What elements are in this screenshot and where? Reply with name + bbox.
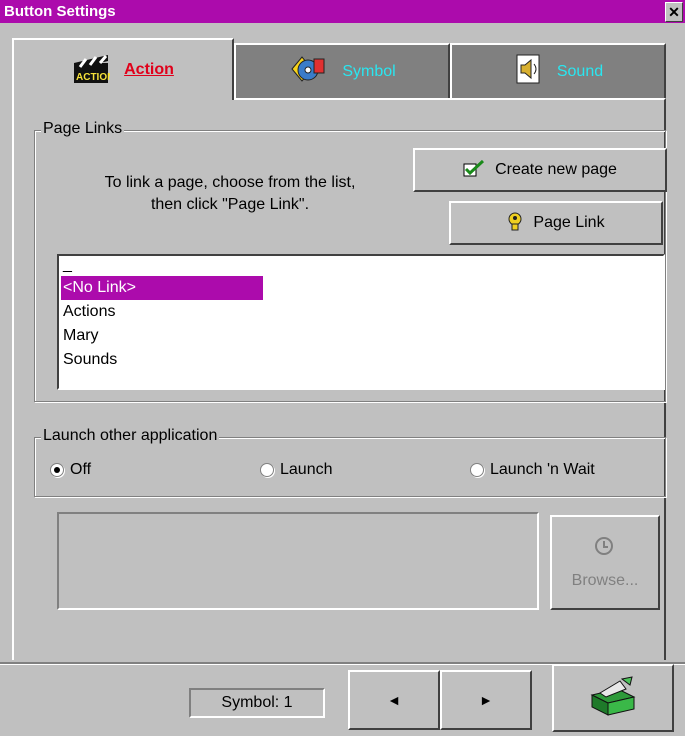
tab-action[interactable]: ACTION Action [12, 38, 234, 100]
tab-sound-label: Sound [556, 62, 604, 80]
close-button[interactable]: ✕ [665, 2, 683, 22]
radio-launch-wait[interactable]: Launch 'n Wait [470, 461, 595, 479]
create-new-page-label: Create new page [495, 161, 617, 178]
browse-label: Browse... [571, 572, 639, 589]
page-link-icon [507, 211, 523, 236]
symbol-counter: Symbol: 1 [189, 688, 325, 718]
instructions-line2: then click "Page Link". [150, 196, 310, 213]
prev-button[interactable]: ◄ [348, 670, 440, 730]
list-item[interactable]: Actions [61, 300, 661, 324]
page-link-label: Page Link [533, 214, 605, 231]
radio-off-indicator[interactable] [50, 463, 64, 477]
tab-symbol[interactable]: Symbol [234, 43, 450, 98]
browse-icon [593, 535, 617, 564]
right-arrow-icon: ► [479, 692, 493, 708]
symbol-counter-label: Symbol: 1 [221, 694, 293, 711]
radio-launch[interactable]: Launch [260, 461, 333, 479]
tab-action-label: Action [124, 61, 174, 78]
radio-off[interactable]: Off [50, 461, 91, 479]
next-button[interactable]: ► [440, 670, 532, 730]
radio-launch-wait-indicator[interactable] [470, 463, 484, 477]
green-box-icon [586, 675, 640, 722]
svg-text:ACTION: ACTION [76, 72, 110, 83]
page-link-button[interactable]: Page Link [449, 201, 663, 245]
tab-symbol-label: Symbol [342, 62, 396, 80]
radio-launch-wait-label: Launch 'n Wait [490, 461, 595, 478]
page-links-title: Page Links [41, 120, 125, 138]
left-arrow-icon: ◄ [387, 692, 401, 708]
done-button[interactable] [552, 664, 674, 732]
page-list[interactable]: _ <No Link> Actions Mary Sounds [57, 254, 665, 390]
list-item[interactable]: Sounds [61, 348, 661, 372]
list-item-selected[interactable]: <No Link> [61, 276, 263, 300]
create-new-page-button[interactable]: Create new page [413, 148, 667, 192]
list-item[interactable]: _ [61, 257, 661, 276]
list-item[interactable]: Mary [61, 324, 661, 348]
browse-button[interactable]: Browse... [550, 515, 660, 610]
radio-launch-indicator[interactable] [260, 463, 274, 477]
checkmark-icon [463, 159, 485, 182]
tab-sound[interactable]: Sound [450, 43, 666, 98]
radio-launch-label: Launch [280, 461, 333, 478]
clapperboard-icon: ACTION [72, 51, 114, 90]
window-title: Button Settings [4, 3, 116, 20]
page-links-instructions: To link a page, choose from the list, th… [60, 172, 400, 216]
speaker-icon [513, 53, 543, 90]
symbol-cd-icon [288, 53, 328, 90]
radio-off-label: Off [70, 461, 92, 478]
instructions-line1: To link a page, choose from the list, [104, 174, 356, 191]
application-path-field[interactable] [57, 512, 539, 610]
title-bar: Button Settings ✕ [0, 0, 685, 23]
launch-title: Launch other application [41, 427, 220, 445]
